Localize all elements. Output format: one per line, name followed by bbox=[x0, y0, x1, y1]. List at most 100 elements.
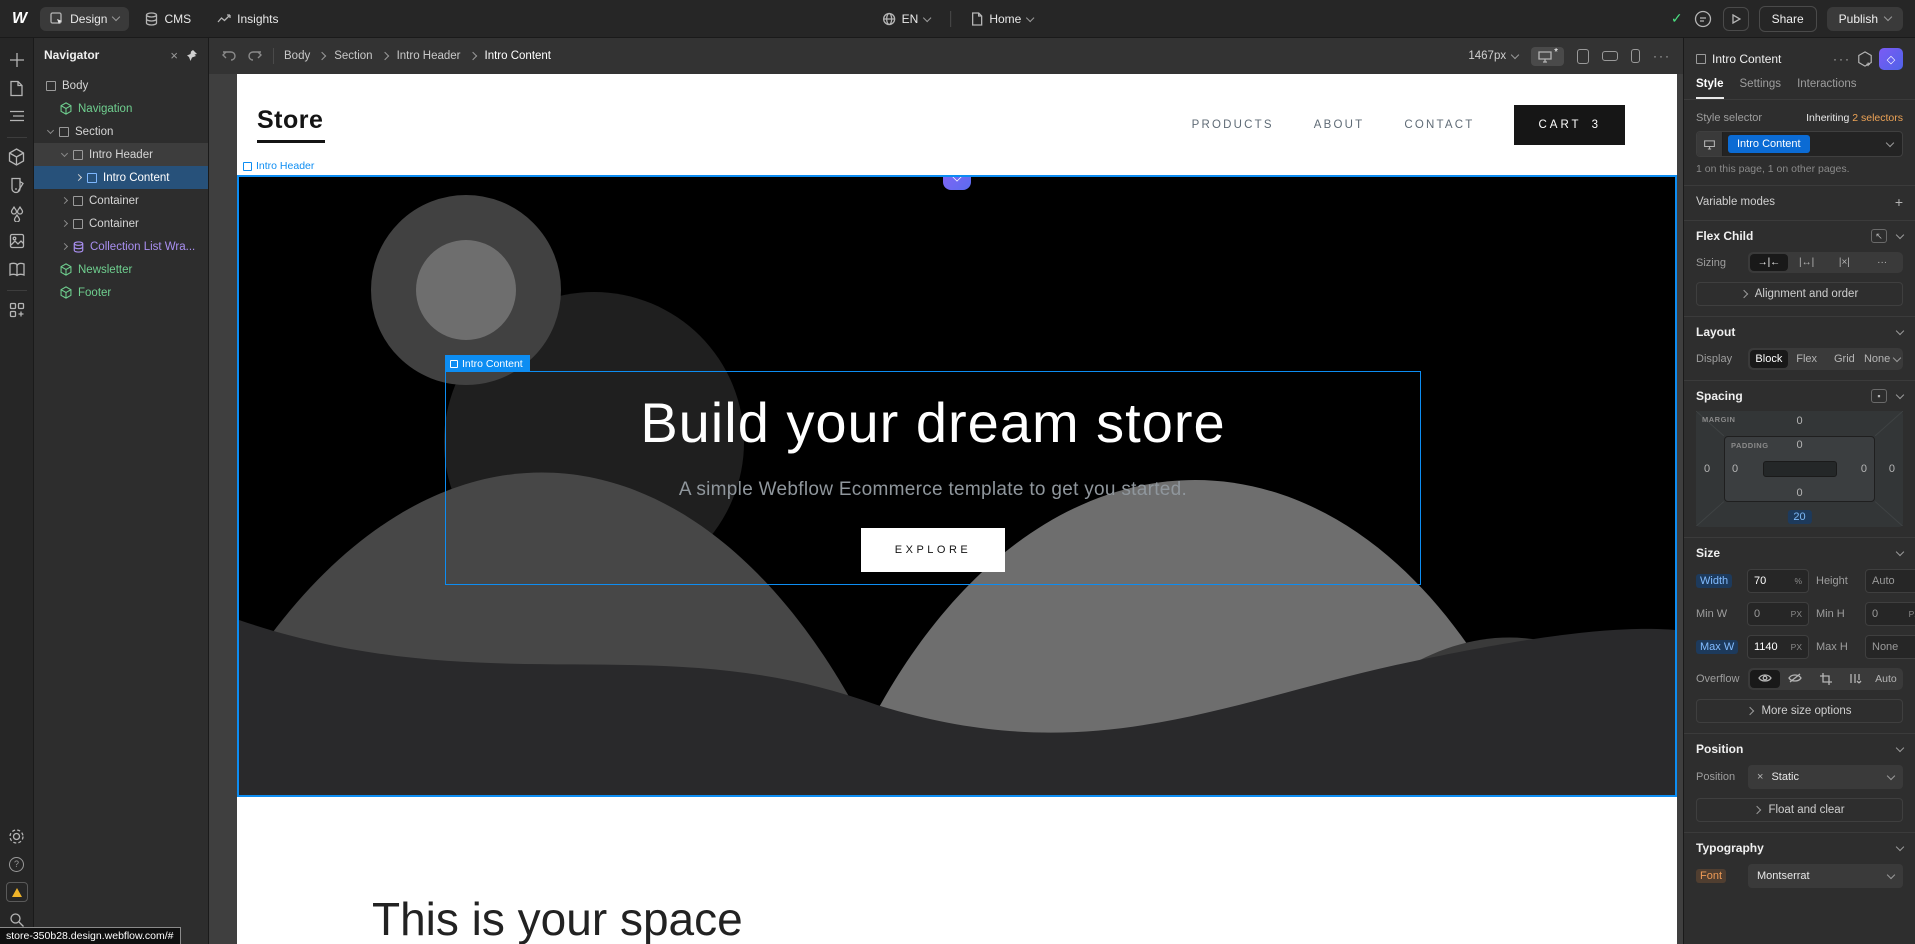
min-height-input[interactable]: 0PX bbox=[1865, 602, 1915, 626]
viewport-width-control[interactable]: 1467px bbox=[1468, 50, 1518, 62]
redo-icon[interactable] bbox=[247, 49, 263, 63]
upgrade-warning-button[interactable] bbox=[3, 879, 31, 905]
cart-button[interactable]: CART 3 bbox=[1514, 105, 1625, 145]
tree-item-newsletter[interactable]: Newsletter bbox=[34, 258, 208, 281]
alignment-and-order-row[interactable]: Alignment and order bbox=[1696, 282, 1903, 306]
navigator-button[interactable] bbox=[3, 103, 31, 129]
apps-button[interactable] bbox=[3, 297, 31, 323]
pages-button[interactable] bbox=[3, 75, 31, 101]
tab-settings[interactable]: Settings bbox=[1740, 78, 1782, 99]
position-select[interactable]: × Static bbox=[1748, 765, 1903, 789]
nav-link-contact[interactable]: CONTACT bbox=[1404, 119, 1474, 131]
overflow-scroll-button[interactable] bbox=[1841, 670, 1871, 688]
site-header[interactable]: Store PRODUCTS ABOUT CONTACT CART 3 bbox=[237, 74, 1677, 175]
element-more-button[interactable]: ··· bbox=[1833, 52, 1851, 66]
preview-button[interactable] bbox=[1723, 7, 1749, 31]
intro-content-selection-outline[interactable]: Intro Content Build your dream store A s… bbox=[445, 371, 1421, 585]
share-button[interactable]: Share bbox=[1759, 6, 1817, 32]
overflow-visible-button[interactable] bbox=[1750, 670, 1780, 688]
margin-left-value[interactable]: 0 bbox=[1704, 463, 1710, 475]
inherit-count-link[interactable]: 2 selectors bbox=[1852, 112, 1903, 124]
nav-link-about[interactable]: ABOUT bbox=[1314, 119, 1365, 131]
display-flex-button[interactable]: Flex bbox=[1788, 350, 1826, 368]
content-section[interactable]: This is your space bbox=[237, 797, 1677, 944]
max-width-input[interactable]: 1140PX bbox=[1747, 635, 1809, 659]
selector-chip[interactable]: Intro Content bbox=[1728, 135, 1810, 153]
margin-right-value[interactable]: 0 bbox=[1889, 463, 1895, 475]
tree-item-container[interactable]: Container bbox=[34, 189, 208, 212]
breakpoint-mobile-landscape-button[interactable] bbox=[1602, 51, 1618, 61]
breadcrumb-section[interactable]: Section bbox=[334, 50, 372, 62]
tree-item-intro-content[interactable]: Intro Content bbox=[34, 166, 208, 189]
tree-item-intro-header[interactable]: Intro Header bbox=[34, 143, 208, 166]
sizing-grow-button[interactable]: |↔| bbox=[1788, 254, 1826, 271]
chevron-down-icon[interactable] bbox=[1896, 842, 1904, 850]
breadcrumb-intro-header[interactable]: Intro Header bbox=[397, 50, 461, 62]
pin-icon[interactable] bbox=[186, 49, 198, 62]
assets-button[interactable] bbox=[3, 228, 31, 254]
intro-header-tag[interactable]: Intro Header bbox=[243, 160, 314, 172]
add-section-handle[interactable]: ◇ bbox=[943, 175, 971, 190]
parent-indicator-icon[interactable]: ↖ bbox=[1871, 229, 1887, 243]
tab-style[interactable]: Style bbox=[1696, 78, 1724, 99]
max-height-input[interactable]: None- bbox=[1865, 635, 1915, 659]
tree-item-container[interactable]: Container bbox=[34, 212, 208, 235]
spacing-settings-icon[interactable]: ▪ bbox=[1871, 389, 1887, 403]
undo-icon[interactable] bbox=[221, 49, 237, 63]
chevron-down-icon[interactable] bbox=[1896, 547, 1904, 555]
section-heading[interactable]: This is your space bbox=[372, 892, 743, 944]
breakpoint-tablet-button[interactable] bbox=[1577, 49, 1589, 64]
overflow-hidden-button[interactable] bbox=[1780, 670, 1810, 688]
nav-link-products[interactable]: PRODUCTS bbox=[1192, 119, 1274, 131]
chevron-down-icon[interactable] bbox=[1896, 743, 1904, 751]
site-logo[interactable]: Store bbox=[257, 106, 325, 143]
overflow-auto-button[interactable]: Auto bbox=[1871, 670, 1901, 688]
breakpoint-desktop-button[interactable]: * bbox=[1531, 47, 1564, 66]
more-size-options-row[interactable]: More size options bbox=[1696, 699, 1903, 723]
chevron-down-icon[interactable] bbox=[1896, 390, 1904, 398]
display-none-button[interactable]: None bbox=[1863, 350, 1901, 368]
components-button[interactable] bbox=[3, 144, 31, 170]
breadcrumb-body[interactable]: Body bbox=[284, 50, 310, 62]
display-block-button[interactable]: Block bbox=[1750, 350, 1788, 368]
hero-section-selected[interactable]: ◇ Intro Content Build your dream store A… bbox=[237, 175, 1677, 797]
help-button[interactable]: ? bbox=[3, 851, 31, 877]
chevron-down-icon[interactable] bbox=[1896, 326, 1904, 334]
tree-item-footer[interactable]: Footer bbox=[34, 281, 208, 304]
add-variable-mode-button[interactable]: + bbox=[1895, 194, 1903, 210]
page-switcher[interactable]: Home bbox=[961, 7, 1043, 31]
design-mode-menu[interactable]: Design bbox=[40, 7, 129, 31]
breakpoint-mobile-portrait-button[interactable] bbox=[1631, 49, 1640, 63]
cms-button[interactable]: CMS bbox=[135, 7, 201, 31]
hero-heading[interactable]: Build your dream store bbox=[640, 390, 1225, 455]
style-selector-input[interactable]: Intro Content bbox=[1696, 131, 1903, 157]
breadcrumb-intro-content[interactable]: Intro Content bbox=[485, 50, 551, 62]
webflow-logo[interactable]: W bbox=[12, 10, 26, 28]
min-width-input[interactable]: 0PX bbox=[1747, 602, 1809, 626]
insights-button[interactable]: Insights bbox=[207, 7, 288, 31]
style-manager-button[interactable] bbox=[3, 172, 31, 198]
padding-top-value[interactable]: 0 bbox=[1796, 439, 1802, 451]
sizing-fixed-button[interactable]: |×| bbox=[1826, 254, 1864, 271]
libraries-button[interactable] bbox=[3, 256, 31, 282]
chevron-down-icon[interactable] bbox=[1896, 230, 1904, 238]
sizing-shrink-button[interactable]: →|← bbox=[1750, 254, 1788, 271]
intro-content-badge[interactable]: Intro Content bbox=[445, 355, 530, 372]
overflow-clip-button[interactable] bbox=[1810, 670, 1840, 688]
create-component-icon[interactable] bbox=[1857, 51, 1873, 67]
display-grid-button[interactable]: Grid bbox=[1826, 350, 1864, 368]
clear-icon[interactable]: × bbox=[1757, 771, 1763, 783]
add-elements-button[interactable] bbox=[3, 47, 31, 73]
font-select[interactable]: Montserrat bbox=[1748, 864, 1903, 888]
tree-item-section[interactable]: Section bbox=[34, 120, 208, 143]
language-switcher[interactable]: EN bbox=[872, 7, 941, 31]
sizing-more-button[interactable]: ··· bbox=[1863, 254, 1901, 271]
margin-top-value[interactable]: 0 bbox=[1796, 415, 1802, 427]
comments-icon[interactable] bbox=[1693, 9, 1713, 29]
height-input[interactable]: Auto- bbox=[1865, 569, 1915, 593]
margin-bottom-value[interactable]: 20 bbox=[1787, 510, 1811, 524]
width-input[interactable]: 70% bbox=[1747, 569, 1809, 593]
site-page[interactable]: Store PRODUCTS ABOUT CONTACT CART 3 bbox=[237, 74, 1677, 944]
hero-subtitle[interactable]: A simple Webflow Ecommerce template to g… bbox=[679, 479, 1187, 501]
padding-right-value[interactable]: 0 bbox=[1861, 463, 1867, 475]
